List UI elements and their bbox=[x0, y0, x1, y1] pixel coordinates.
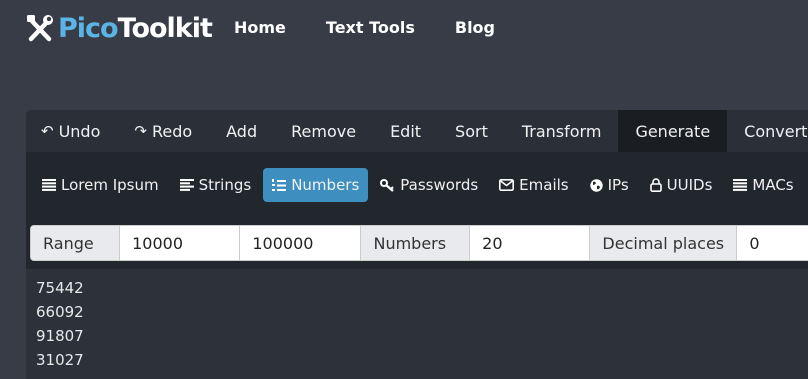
navbar: PicoToolkit Home Text Tools Blog bbox=[0, 0, 808, 58]
lock-icon bbox=[649, 178, 662, 192]
subtab-emails[interactable]: Emails bbox=[490, 168, 577, 202]
subtab-macs[interactable]: MACs bbox=[724, 168, 802, 202]
subtab-strings-label: Strings bbox=[198, 176, 252, 194]
number-options-row: Range 10000 100000 Numbers 20 Decimal pl… bbox=[30, 225, 808, 261]
brand-part2: Toolkit bbox=[117, 13, 213, 44]
align-left-icon bbox=[179, 179, 194, 191]
generate-subtabs: Lorem Ipsum Strings Numbers Passwords Em… bbox=[26, 168, 806, 202]
output-line: 31027 bbox=[36, 351, 84, 369]
output-line: 75442 bbox=[36, 279, 84, 297]
output-lines: 75442 66092 91807 31027 bbox=[26, 269, 808, 372]
range-max-input[interactable]: 100000 bbox=[240, 226, 362, 260]
brand-name: PicoToolkit bbox=[58, 12, 213, 46]
nav-link-blog[interactable]: Blog bbox=[455, 18, 495, 37]
menu-edit[interactable]: Edit bbox=[373, 110, 438, 152]
decimal-places-label: Decimal places bbox=[590, 226, 738, 260]
menu-generate[interactable]: Generate bbox=[618, 110, 728, 152]
numbers-label: Numbers bbox=[361, 226, 471, 260]
subtab-passwords[interactable]: Passwords bbox=[371, 168, 487, 202]
nav-link-text-tools[interactable]: Text Tools bbox=[326, 18, 415, 37]
menu-convert[interactable]: Convert bbox=[727, 110, 808, 152]
nav-links: Home Text Tools Blog bbox=[234, 18, 535, 37]
menu-transform[interactable]: Transform bbox=[505, 110, 619, 152]
subtab-uuids-label: UUIDs bbox=[666, 176, 713, 194]
subtab-uuids[interactable]: UUIDs bbox=[641, 168, 722, 202]
list-ol-icon bbox=[272, 178, 287, 192]
subtab-lorem-ipsum[interactable]: Lorem Ipsum bbox=[33, 168, 168, 202]
menu-sort[interactable]: Sort bbox=[438, 110, 505, 152]
numbers-count-input[interactable]: 20 bbox=[470, 226, 591, 260]
brand-part1: Pico bbox=[58, 13, 119, 44]
subtab-numbers[interactable]: Numbers bbox=[263, 168, 369, 202]
output-line: 91807 bbox=[36, 327, 84, 345]
key-icon bbox=[380, 178, 395, 192]
subtab-ips[interactable]: IPs bbox=[581, 168, 638, 202]
subtab-passwords-label: Passwords bbox=[400, 176, 479, 194]
subtab-strings[interactable]: Strings bbox=[171, 168, 261, 202]
tool-panel: ↶ Undo ↷ Redo Add Remove Edit Sort Trans… bbox=[26, 110, 808, 379]
subtab-macs-label: MACs bbox=[752, 176, 794, 194]
subtab-numbers-label: Numbers bbox=[291, 176, 360, 194]
menu-add[interactable]: Add bbox=[209, 110, 274, 152]
tools-icon bbox=[27, 15, 53, 42]
subtab-ips-label: IPs bbox=[607, 176, 629, 194]
redo-icon: ↷ bbox=[134, 122, 147, 140]
subtab-emails-label: Emails bbox=[519, 176, 569, 194]
decimal-places-input[interactable]: 0 bbox=[737, 226, 808, 260]
bars-icon bbox=[733, 179, 748, 191]
nav-link-home[interactable]: Home bbox=[234, 18, 286, 37]
menu-undo[interactable]: ↶ Undo bbox=[26, 110, 117, 152]
output-line: 66092 bbox=[36, 303, 84, 321]
range-min-input[interactable]: 10000 bbox=[120, 226, 241, 260]
logo[interactable]: PicoToolkit bbox=[26, 12, 213, 46]
envelope-icon bbox=[499, 179, 515, 191]
globe-icon bbox=[589, 178, 603, 192]
undo-icon: ↶ bbox=[41, 122, 54, 140]
menu-redo-label: Redo bbox=[151, 121, 193, 141]
menubar: ↶ Undo ↷ Redo Add Remove Edit Sort Trans… bbox=[26, 110, 808, 152]
subtab-lorem-ipsum-label: Lorem Ipsum bbox=[61, 176, 159, 194]
menu-redo[interactable]: ↷ Redo bbox=[117, 110, 209, 152]
range-label: Range bbox=[31, 226, 121, 260]
bars-icon bbox=[42, 179, 56, 191]
output-textarea[interactable]: 75442 66092 91807 31027 bbox=[26, 269, 808, 379]
menu-remove[interactable]: Remove bbox=[274, 110, 373, 152]
menu-undo-label: Undo bbox=[58, 121, 101, 141]
